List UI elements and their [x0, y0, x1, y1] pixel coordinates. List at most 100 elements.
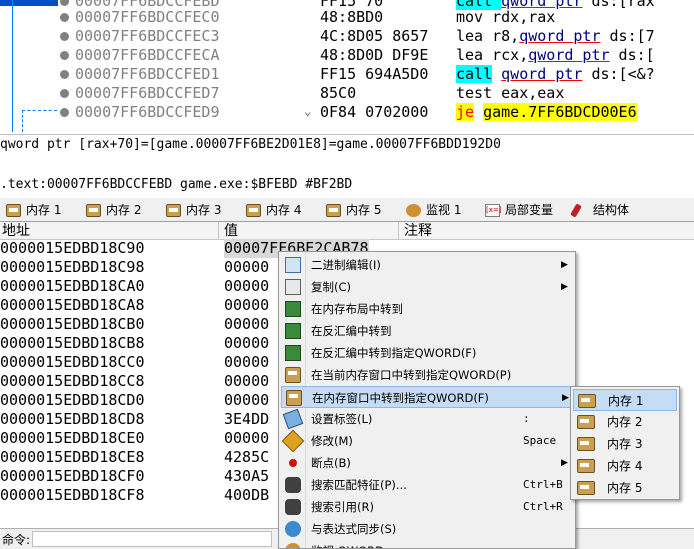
menu-item-label: 与表达式同步(S) — [311, 522, 397, 536]
instruction-token: call — [456, 65, 493, 83]
dump-address: 0000015EDBD18CE0 — [0, 429, 145, 447]
dump-address: 0000015EDBD18CC0 — [0, 353, 145, 371]
submenu-arrow-icon: ▶ — [561, 458, 568, 468]
instruction-token: qword ptr — [528, 46, 610, 64]
menu-goto-disasm[interactable]: 在反汇编中转到 — [281, 320, 573, 342]
tab-struct[interactable]: 结构体 — [569, 200, 635, 221]
local-vars-icon: [x=] — [485, 204, 501, 217]
menu-watch-qword[interactable]: 监视 QWORD — [281, 540, 573, 548]
instruction-token: ds:[<&? — [582, 65, 655, 83]
tab-local-vars[interactable]: [x=] 局部变量 — [481, 200, 559, 221]
tab-dump-3[interactable]: 内存 3 — [162, 200, 227, 221]
dump-header: 地址 值 注释 — [0, 222, 694, 240]
tab-dump-5[interactable]: 内存 5 — [322, 200, 387, 221]
menu-item-label: 断点(B) — [311, 456, 351, 470]
breakpoint-bullet-icon[interactable] — [60, 70, 69, 79]
menu-item-label: 搜索引用(R) — [311, 500, 374, 514]
disasm-instruction: test eax,eax — [456, 84, 564, 103]
breakpoint-bullet-icon[interactable] — [60, 32, 69, 41]
watch-icon — [285, 543, 301, 548]
menu-breakpoint[interactable]: 断点(B) ▶ — [281, 452, 573, 474]
instruction-token: mov rdx,rax — [456, 8, 556, 26]
submenu-item-label: 内存 1 — [608, 394, 644, 408]
menu-binary-edit[interactable]: 二进制编辑(I) ▶ — [281, 254, 573, 276]
tab-label: 内存 4 — [266, 203, 302, 217]
command-input[interactable] — [32, 531, 272, 547]
submenu-item-dump-3[interactable]: 内存 3 — [573, 433, 677, 455]
disasm-address: 00007FF6BDCCFED7 — [75, 84, 220, 102]
dump-tabbar: 内存 1 内存 2 内存 3 内存 4 内存 5 监视 1 [x=] 局部变量 结构体 — [0, 198, 694, 222]
struct-icon — [570, 203, 582, 218]
dump-value: 00000 — [224, 315, 270, 333]
menu-set-label[interactable]: 设置标签(L): — [281, 408, 573, 430]
memory-map-icon — [285, 301, 301, 317]
dump-address: 0000015EDBD18CA8 — [0, 296, 145, 314]
submenu-item-label: 内存 2 — [607, 415, 643, 429]
breakpoint-bullet-icon[interactable] — [60, 13, 69, 22]
memory-icon — [286, 390, 302, 406]
menu-item-label: 在反汇编中转到 — [311, 324, 392, 338]
dump-address: 0000015EDBD18CF8 — [0, 486, 145, 504]
tab-label: 内存 1 — [26, 203, 62, 217]
submenu-item-dump-5[interactable]: 内存 5 — [573, 477, 677, 499]
menu-copy[interactable]: 复制(C) ▶ — [281, 276, 573, 298]
disasm-line[interactable]: 00007FF6BDCCFEC0 48:8BD0 mov rdx,rax — [0, 8, 694, 27]
info-pane: qword ptr [rax+70]=[game.00007FF6BE2D01E… — [0, 134, 694, 198]
dump-address: 0000015EDBD18C98 — [0, 258, 145, 276]
disasm-instruction: call qword ptr ds:[<&? — [456, 65, 655, 84]
disasm-address: 00007FF6BDCCFEC0 — [75, 8, 220, 26]
watch-icon — [406, 204, 421, 217]
disasm-line[interactable]: 00007FF6BDCCFEC3 4C:8D05 8657 lea r8,qword… — [0, 27, 694, 46]
memory-icon — [578, 394, 596, 408]
breakpoint-bullet-icon[interactable] — [60, 0, 69, 6]
disassembly-pane[interactable]: 00007FF6BDCCFEBD FF15 70 call qword ptr ds… — [0, 0, 694, 134]
tab-dump-4[interactable]: 内存 4 — [242, 200, 307, 221]
memory-icon — [86, 204, 101, 217]
disasm-instruction: lea rcx,qword ptr ds:[ — [456, 46, 655, 65]
menu-goto-disasm-qword[interactable]: 在反汇编中转到指定QWORD(F) — [281, 342, 573, 364]
dump-address: 0000015EDBD18CE8 — [0, 448, 145, 466]
tab-dump-2[interactable]: 内存 2 — [82, 200, 147, 221]
menu-sync-expression[interactable]: 与表达式同步(S) — [281, 518, 573, 540]
menu-search-pattern[interactable]: 搜索匹配特征(P)... Ctrl+B — [281, 474, 573, 496]
instruction-token: qword ptr — [519, 27, 601, 45]
menu-goto-dump-qword[interactable]: 在内存窗口中转到指定QWORD(F) ▶ — [281, 386, 573, 408]
info-line-operand: qword ptr [rax+70]=[game.00007FF6BE2D01E… — [0, 137, 501, 152]
instruction-token: game.7FF6BDCD00E6 — [483, 103, 637, 121]
memory-icon — [577, 437, 595, 451]
breakpoint-bullet-icon[interactable] — [60, 89, 69, 98]
memory-icon — [577, 415, 595, 429]
dump-address: 0000015EDBD18CA0 — [0, 277, 145, 295]
disasm-line[interactable]: 00007FF6BDCCFED7 85C0 test eax,eax — [0, 84, 694, 103]
breakpoint-bullet-icon[interactable] — [60, 108, 69, 117]
menu-item-label: 在反汇编中转到指定QWORD(F) — [311, 346, 477, 360]
submenu-item-dump-1[interactable]: 内存 1 — [573, 389, 677, 411]
pencil-icon — [281, 429, 305, 453]
info-line-location: .text:00007FF6BDCCFEBD game.exe:$BFEBD #… — [0, 177, 353, 192]
breakpoint-bullet-icon[interactable] — [60, 51, 69, 60]
dump-address: 0000015EDBD18CD0 — [0, 391, 145, 409]
submenu-arrow-icon: ▶ — [561, 282, 568, 292]
column-header-comment: 注释 — [404, 223, 432, 239]
submenu-item-label: 内存 4 — [607, 459, 643, 473]
menu-goto-memory-map[interactable]: 在内存布局中转到 — [281, 298, 573, 320]
disasm-line[interactable]: 00007FF6BDCCFECA 48:8D0D DF9E lea rcx,qwor… — [0, 46, 694, 65]
binoculars-icon — [285, 499, 301, 515]
column-header-address: 地址 — [2, 223, 30, 239]
menu-modify[interactable]: 修改(M) Space — [281, 429, 573, 453]
submenu-item-dump-2[interactable]: 内存 2 — [573, 411, 677, 433]
instruction-token: test eax,eax — [456, 84, 565, 102]
menu-goto-current-dump-qword[interactable]: 在当前内存窗口中转到指定QWORD(P) — [281, 364, 573, 386]
menu-item-label: 在当前内存窗口中转到指定QWORD(P) — [311, 368, 512, 382]
disasm-line[interactable]: 00007FF6BDCCFED1 FF15 694A5D0 call qword p… — [0, 65, 694, 84]
memory-icon — [246, 204, 261, 217]
tab-dump-1[interactable]: 内存 1 — [2, 200, 67, 221]
disasm-line[interactable]: 00007FF6BDCCFED9 0F84 0702000 je game.7FF6… — [0, 103, 694, 122]
instruction-token: ds:[7 — [600, 27, 655, 45]
submenu-arrow-icon: ▶ — [562, 393, 569, 403]
submenu-item-dump-4[interactable]: 内存 4 — [573, 455, 677, 477]
dump-value: 3E4DD — [224, 410, 270, 428]
memory-icon — [577, 481, 595, 495]
menu-find-references[interactable]: 搜索引用(R) Ctrl+R — [281, 496, 573, 518]
tab-watch[interactable]: 监视 1 — [402, 200, 467, 221]
